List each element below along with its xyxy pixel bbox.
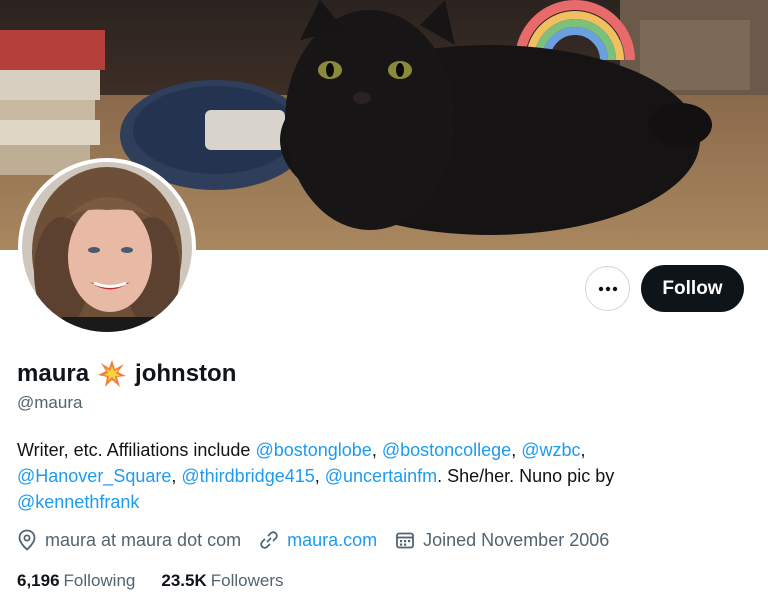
bio-separator: , xyxy=(371,440,382,460)
bio-text: Writer, etc. Affiliations include xyxy=(17,440,256,460)
followers-label: Followers xyxy=(210,571,284,590)
profile-stats: 6,196 Following 23.5K Followers xyxy=(17,571,309,591)
followers-link[interactable]: 23.5K Followers xyxy=(161,571,283,591)
bio-separator: , xyxy=(580,440,586,460)
mention-link-bostoncollege[interactable]: @bostoncollege xyxy=(382,440,511,460)
avatar-photo xyxy=(22,162,192,332)
display-name: maura johnston xyxy=(17,359,236,389)
profile-meta: maura at maura dot com maura.com Joined … xyxy=(17,529,627,551)
follow-button[interactable]: Follow xyxy=(641,265,744,312)
website-link[interactable]: maura.com xyxy=(287,530,377,551)
location-item: maura at maura dot com xyxy=(17,529,241,551)
joined-text: Joined November 2006 xyxy=(423,529,610,550)
link-icon xyxy=(260,531,278,549)
location-text: maura at maura dot com xyxy=(45,529,242,550)
following-link[interactable]: 6,196 Following xyxy=(17,571,135,591)
following-label: Following xyxy=(63,571,136,590)
followers-count: 23.5K xyxy=(161,571,207,590)
mention-link-uncertainfm[interactable]: @uncertainfm xyxy=(325,466,437,486)
bio-separator: , xyxy=(511,440,522,460)
website-item: maura.com xyxy=(259,530,377,551)
calendar-icon xyxy=(396,532,415,549)
mention-link-thirdbridge415[interactable]: @thirdbridge415 xyxy=(181,466,314,486)
more-options-button[interactable] xyxy=(585,266,630,311)
mention-link-hanover-square[interactable]: @Hanover_Square xyxy=(17,466,171,486)
profile-bio: Writer, etc. Affiliations include @bosto… xyxy=(17,437,737,515)
joined-item: Joined November 2006 xyxy=(395,530,609,551)
mention-link-wzbc[interactable]: @wzbc xyxy=(521,440,580,460)
following-count: 6,196 xyxy=(17,571,60,590)
bio-text: . She/her. Nuno pic by xyxy=(437,466,615,486)
collision-emoji-icon xyxy=(97,359,127,389)
mention-link-kennethfrank[interactable]: @kennethfrank xyxy=(17,492,139,512)
bio-separator: , xyxy=(171,466,182,486)
display-name-last: johnston xyxy=(135,360,237,387)
bio-separator: , xyxy=(314,466,325,486)
more-dots-icon xyxy=(598,286,617,291)
display-name-first: maura xyxy=(17,360,90,387)
mention-link-bostonglobe[interactable]: @bostonglobe xyxy=(255,440,371,460)
map-pin-icon xyxy=(18,529,36,551)
user-handle: @maura xyxy=(17,393,83,412)
profile-avatar[interactable] xyxy=(18,158,196,336)
